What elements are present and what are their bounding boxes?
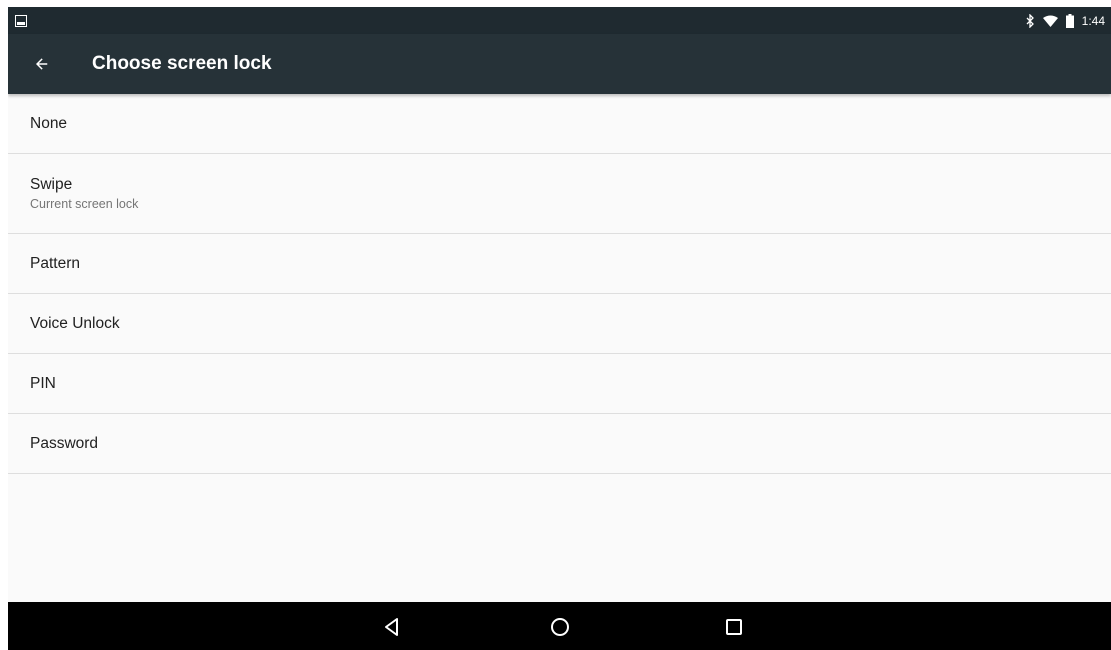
wifi-icon [1042, 15, 1058, 27]
option-password[interactable]: Password [8, 414, 1111, 474]
recents-square-icon [726, 619, 742, 635]
app-bar: Choose screen lock [8, 34, 1111, 94]
screen-lock-options: None Swipe Current screen lock Pattern V… [8, 94, 1111, 474]
home-circle-icon [551, 618, 569, 636]
nav-recents-button[interactable] [723, 616, 745, 638]
page-title: Choose screen lock [92, 53, 272, 74]
option-title: None [30, 114, 68, 132]
option-pattern[interactable]: Pattern [8, 234, 1111, 294]
bluetooth-icon [1025, 13, 1035, 28]
back-triangle-icon [385, 618, 398, 636]
option-voice-unlock[interactable]: Voice Unlock [8, 294, 1111, 354]
navigation-bar [8, 602, 1111, 650]
back-button[interactable] [30, 52, 54, 76]
option-title: Voice Unlock [30, 314, 120, 332]
arrow-back-icon [36, 58, 48, 70]
screen: 1:44 Choose screen lock None Swipe Curre… [8, 7, 1111, 650]
battery-icon [1065, 13, 1074, 28]
nav-home-button[interactable] [549, 616, 571, 638]
option-swipe[interactable]: Swipe Current screen lock [8, 154, 1111, 234]
option-summary: Current screen lock [30, 197, 139, 211]
status-bar: 1:44 [8, 7, 1111, 34]
nav-back-button[interactable] [381, 616, 403, 638]
option-title: Swipe [30, 176, 73, 193]
option-title: PIN [30, 374, 56, 392]
status-icons: 1:44 [1025, 7, 1105, 34]
option-pin[interactable]: PIN [8, 354, 1111, 414]
option-title: Pattern [30, 254, 80, 272]
option-title: Password [30, 434, 99, 452]
gallery-icon [15, 14, 27, 32]
option-none[interactable]: None [8, 94, 1111, 154]
clock: 1:44 [1081, 13, 1105, 28]
